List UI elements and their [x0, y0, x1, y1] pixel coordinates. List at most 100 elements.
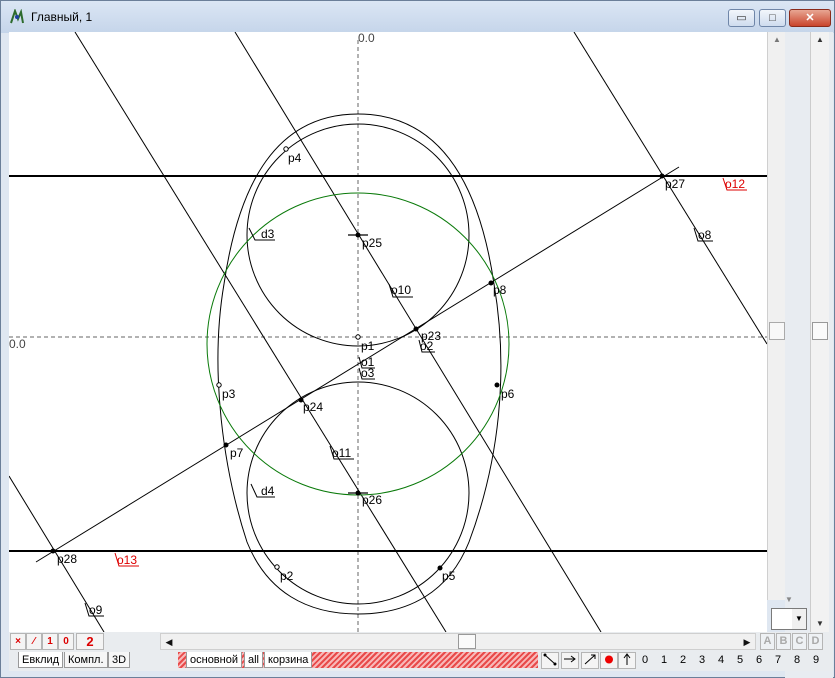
tab-3d[interactable]: 3D — [108, 652, 131, 668]
panel-combo-box[interactable]: ▼ — [771, 608, 807, 630]
tab-layer-main[interactable]: основной — [186, 652, 242, 668]
point-p25[interactable] — [355, 232, 361, 238]
arrow-right-icon — [564, 655, 576, 663]
point-p7[interactable] — [223, 442, 229, 448]
tag-d4: d4 — [250, 483, 275, 498]
point-tool-button[interactable] — [600, 652, 618, 669]
axis-label-top: 0.0 — [358, 32, 375, 45]
maximize-icon: □ — [769, 12, 776, 24]
slash-button[interactable]: ⁄ — [26, 633, 42, 650]
tab-layer-trash[interactable]: корзина — [264, 652, 313, 668]
right-scroll-up-icon[interactable]: ▲ — [813, 34, 827, 46]
horizontal-scroll-thumb[interactable] — [458, 634, 476, 649]
label-p8: p8 — [493, 283, 507, 297]
view-c-button[interactable]: C — [792, 633, 807, 650]
scroll-up-icon[interactable]: ▲ — [770, 34, 784, 46]
label-p28: p28 — [57, 552, 77, 566]
tag-o3: o3 — [358, 366, 375, 380]
label-o8: o8 — [698, 228, 712, 242]
label-p24: p24 — [303, 400, 323, 414]
chevron-down-icon[interactable]: ▼ — [792, 609, 806, 629]
line-o10[interactable] — [234, 32, 602, 632]
label-o3: o3 — [361, 366, 375, 380]
right-panel-scrollbar[interactable]: ▲ ▼ — [810, 32, 829, 632]
segment-tool-icon — [543, 653, 557, 666]
curve-outer[interactable] — [217, 113, 502, 615]
label-p4: p4 — [288, 151, 302, 165]
diagonal-icon — [584, 654, 596, 665]
point-p3[interactable] — [216, 382, 222, 388]
point-p28[interactable] — [50, 548, 56, 554]
label-o12: o12 — [725, 177, 745, 191]
point-p27[interactable] — [659, 173, 665, 179]
label-o11: o11 — [332, 446, 351, 460]
tab-layer-all[interactable]: all — [244, 652, 264, 668]
view-d-button[interactable]: D — [808, 633, 823, 650]
segment-tool-button[interactable] — [541, 652, 559, 669]
label-p6: p6 — [501, 387, 515, 401]
one-button[interactable]: 1 — [42, 633, 58, 650]
label-p1: p1 — [361, 339, 375, 353]
zero-button[interactable]: 0 — [58, 633, 74, 650]
label-p2: p2 — [280, 569, 294, 583]
arrow-up-icon — [623, 653, 631, 665]
delete-button[interactable]: × — [10, 633, 26, 650]
tag-d3: d3 — [248, 227, 275, 241]
digit-8[interactable]: 8 — [790, 653, 804, 668]
close-button[interactable]: ✕ — [789, 9, 831, 27]
label-p5: p5 — [442, 569, 456, 583]
tag-o10: o10 — [388, 283, 413, 298]
scroll-right-icon[interactable]: ▶ — [740, 635, 754, 649]
label-o9: o9 — [89, 603, 103, 617]
digit-6[interactable]: 6 — [752, 653, 766, 668]
tab-complex[interactable]: Компл. — [64, 652, 108, 668]
diagonal-tool-button[interactable] — [581, 652, 599, 669]
digit-2[interactable]: 2 — [676, 653, 690, 668]
title-bar: Главный, 1 ▭ □ ✕ — [1, 1, 834, 33]
two-button[interactable]: 2 — [76, 633, 104, 650]
label-o13: o13 — [117, 553, 137, 567]
close-icon: ✕ — [805, 12, 815, 24]
digit-9[interactable]: 9 — [809, 653, 823, 668]
maximize-button[interactable]: □ — [759, 9, 786, 27]
tag-o12: o12 — [722, 177, 747, 191]
panel-down-arrow-icon[interactable]: ▼ — [771, 594, 807, 606]
label-p27: p27 — [665, 177, 685, 191]
label-d3: d3 — [261, 227, 275, 241]
vertical-scroll-thumb[interactable] — [769, 322, 785, 340]
view-b-button[interactable]: B — [776, 633, 791, 650]
digit-3[interactable]: 3 — [695, 653, 709, 668]
digit-1[interactable]: 1 — [657, 653, 671, 668]
point-p23[interactable] — [413, 326, 419, 332]
digit-7[interactable]: 7 — [771, 653, 785, 668]
window-title: Главный, 1 — [31, 10, 93, 24]
digit-4[interactable]: 4 — [714, 653, 728, 668]
point-p26[interactable] — [355, 490, 361, 496]
horizontal-scrollbar[interactable]: ◀ ▶ — [160, 633, 756, 650]
label-o2: o2 — [420, 339, 434, 353]
tag-o13: o13 — [114, 552, 139, 567]
right-scroll-thumb[interactable] — [812, 322, 828, 340]
canvas-vertical-scrollbar[interactable]: ▲ — [767, 32, 786, 600]
tag-o2: o2 — [418, 339, 435, 353]
point-p6[interactable] — [494, 382, 500, 388]
label-o10: o10 — [391, 283, 411, 297]
app-icon — [10, 9, 24, 24]
drawing-canvas[interactable]: 0.0 0.0 p25 p26 p23 p24 p8 p7 p6 p5 p27 … — [9, 32, 767, 632]
digit-0[interactable]: 0 — [638, 653, 652, 668]
arrow-right-tool-button[interactable] — [561, 652, 579, 669]
digit-5[interactable]: 5 — [733, 653, 747, 668]
axis-label-left: 0.0 — [9, 337, 26, 351]
line-far-left[interactable] — [74, 32, 447, 632]
minimize-icon: ▭ — [736, 12, 747, 24]
minimize-button[interactable]: ▭ — [728, 9, 755, 27]
tag-o11: o11 — [329, 445, 354, 460]
right-scroll-down-icon[interactable]: ▼ — [813, 618, 827, 630]
point-p2[interactable] — [274, 564, 280, 570]
arrow-up-tool-button[interactable] — [618, 652, 636, 669]
tab-euclid[interactable]: Евклид — [18, 652, 64, 668]
scroll-left-icon[interactable]: ◀ — [162, 635, 176, 649]
view-a-button[interactable]: A — [760, 633, 775, 650]
point-p1[interactable] — [355, 334, 361, 340]
label-d4: d4 — [261, 484, 275, 498]
